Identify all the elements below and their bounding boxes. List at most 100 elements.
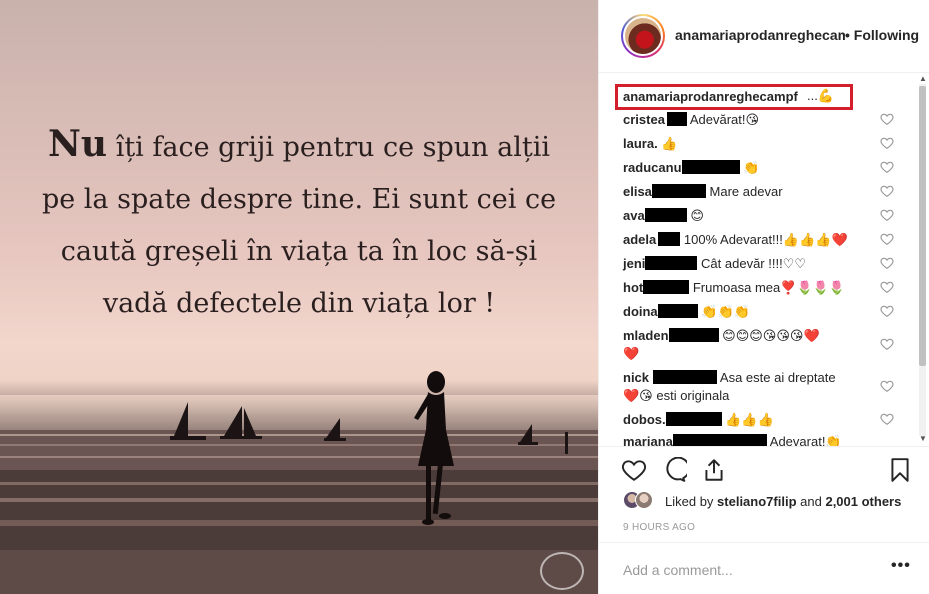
- quote-line-4: vadă defectele din viața lor !: [102, 288, 496, 319]
- redaction: [665, 412, 722, 426]
- avatar[interactable]: [621, 14, 665, 58]
- comment-row: dobos. 👍👍👍: [623, 411, 774, 429]
- comment-row-continued: ❤️😘 esti originala: [623, 387, 729, 405]
- scrollbar-thumb[interactable]: [919, 86, 926, 366]
- comment-row-continued: ❤️: [623, 345, 639, 363]
- quote-big-word: Nu: [48, 123, 108, 165]
- comment-row: raducanu 👏: [623, 159, 759, 177]
- post-timestamp[interactable]: 9 HOURS AGO: [623, 522, 695, 533]
- comment-text: Adevarat!👏: [769, 434, 842, 446]
- comment-icon[interactable]: [661, 457, 687, 483]
- comment-username[interactable]: elisa: [623, 184, 652, 199]
- comment-username[interactable]: cristea: [623, 112, 665, 127]
- quote-line-1: îți face griji pentru ce spun alții: [115, 132, 550, 163]
- comment-text: ❤️: [623, 346, 640, 361]
- comment-username[interactable]: dobos.: [623, 412, 666, 427]
- header-username[interactable]: anamariaprodanreghecampf: [675, 27, 845, 43]
- comment-row: elisa Mare adevar: [623, 183, 783, 201]
- comment-username[interactable]: doina: [623, 304, 658, 319]
- caption-more[interactable]: ...💪: [807, 88, 834, 104]
- comment-username[interactable]: mladen: [623, 328, 669, 343]
- redaction: [653, 370, 718, 384]
- comment-row: hot Frumoasa mea❣️🌷🌷🌷: [623, 279, 845, 297]
- likes-conjunction: and: [800, 494, 822, 509]
- comment-input[interactable]: Add a comment...: [623, 562, 733, 578]
- redaction: [643, 280, 690, 294]
- small-heart-icon[interactable]: [880, 337, 894, 351]
- comment-text: 😊: [690, 208, 704, 223]
- likes-summary: Liked by steliano7filip and 2,001 others: [665, 494, 901, 509]
- likes-prefix: Liked by: [665, 494, 714, 509]
- quote-text: Nu îți face griji pentru ce spun alții p…: [20, 118, 578, 330]
- comment-username[interactable]: jeni: [623, 256, 645, 271]
- liker-avatar[interactable]: [635, 491, 653, 509]
- comment-username[interactable]: ava: [623, 208, 645, 223]
- comment-text: ❤️😘 esti originala: [623, 388, 730, 403]
- heart-icon[interactable]: [621, 457, 647, 483]
- watermark-logo: [540, 552, 584, 590]
- small-heart-icon[interactable]: [880, 184, 894, 198]
- bookmark-icon[interactable]: [887, 457, 913, 483]
- comment-text: Frumoasa mea❣️🌷🌷🌷: [692, 280, 846, 295]
- redaction: [658, 232, 681, 246]
- comment-username[interactable]: nick: [623, 370, 649, 385]
- scroll-down-arrow[interactable]: ▼: [919, 434, 927, 443]
- redaction: [645, 256, 698, 270]
- share-icon[interactable]: [701, 457, 727, 483]
- comment-text: 100% Adevarat!!!👍👍👍❤️: [683, 232, 848, 247]
- small-heart-icon[interactable]: [880, 208, 894, 222]
- comment-row: adela 100% Adevarat!!!👍👍👍❤️: [623, 231, 848, 249]
- sailboats: [170, 402, 568, 454]
- comment-username[interactable]: hot: [623, 280, 643, 295]
- comment-row: nick Asa este ai dreptate: [623, 369, 836, 387]
- small-heart-icon[interactable]: [880, 280, 894, 294]
- quote-line-3: caută greșeli în viața ta în loc să-și: [60, 236, 538, 267]
- redaction: [644, 208, 687, 222]
- redaction: [657, 304, 698, 318]
- follow-status[interactable]: • Following: [845, 27, 919, 43]
- comment-text: 👍: [661, 136, 678, 151]
- comment-text: Mare adevar: [709, 184, 783, 199]
- add-comment-bar: Add a comment... •••: [599, 542, 929, 594]
- comments-scrollbar[interactable]: ▲ ▼: [917, 74, 928, 446]
- comment-text: 👏👏👏: [701, 304, 750, 319]
- liker-username[interactable]: steliano7filip: [717, 494, 796, 509]
- comment-row: cristea Adevărat!😘: [623, 111, 759, 129]
- comment-row: laura. 👍: [623, 135, 678, 153]
- comment-username[interactable]: adela: [623, 232, 656, 247]
- quote-line-2: pe la spate despre tine. Ei sunt cei ce: [41, 184, 557, 215]
- comments-list: anamariaprodanreghecampf ...💪 cristea Ad…: [599, 74, 929, 446]
- comment-row: mariana Adevarat!👏: [623, 433, 842, 446]
- comment-username[interactable]: mariana: [623, 434, 673, 446]
- caption-username[interactable]: anamariaprodanreghecampf: [623, 89, 798, 104]
- small-heart-icon[interactable]: [880, 412, 894, 426]
- small-heart-icon[interactable]: [880, 379, 894, 393]
- comment-row: doina 👏👏👏: [623, 303, 750, 321]
- redaction: [651, 184, 706, 198]
- action-bar: [599, 446, 929, 490]
- redaction: [681, 160, 740, 174]
- comment-text: 😊😊😊😘😘😘❤️: [722, 328, 820, 343]
- comment-username[interactable]: raducanu: [623, 160, 682, 175]
- post-image[interactable]: Nu îți face griji pentru ce spun alții p…: [0, 0, 598, 594]
- comment-text: 👏: [743, 160, 760, 175]
- comment-row: jeni Cât adevăr !!!!♡♡: [623, 255, 806, 273]
- small-heart-icon[interactable]: [880, 304, 894, 318]
- small-heart-icon[interactable]: [880, 136, 894, 150]
- post-header: anamariaprodanreghecampf • Following: [599, 0, 929, 73]
- small-heart-icon[interactable]: [880, 160, 894, 174]
- likes-count[interactable]: 2,001 others: [825, 494, 901, 509]
- redaction: [672, 434, 767, 446]
- small-heart-icon[interactable]: [880, 112, 894, 126]
- comment-text: 👍👍👍: [725, 412, 774, 427]
- redaction: [668, 328, 719, 342]
- scroll-up-arrow[interactable]: ▲: [919, 74, 927, 83]
- redaction: [666, 112, 687, 126]
- options-icon[interactable]: •••: [891, 557, 911, 575]
- comment-username[interactable]: laura.: [623, 136, 658, 151]
- comment-row: mladen 😊😊😊😘😘😘❤️: [623, 327, 820, 345]
- small-heart-icon[interactable]: [880, 256, 894, 270]
- post-sidebar: anamariaprodanreghecampf • Following ana…: [598, 0, 929, 594]
- small-heart-icon[interactable]: [880, 232, 894, 246]
- comment-row: ava 😊: [623, 207, 704, 225]
